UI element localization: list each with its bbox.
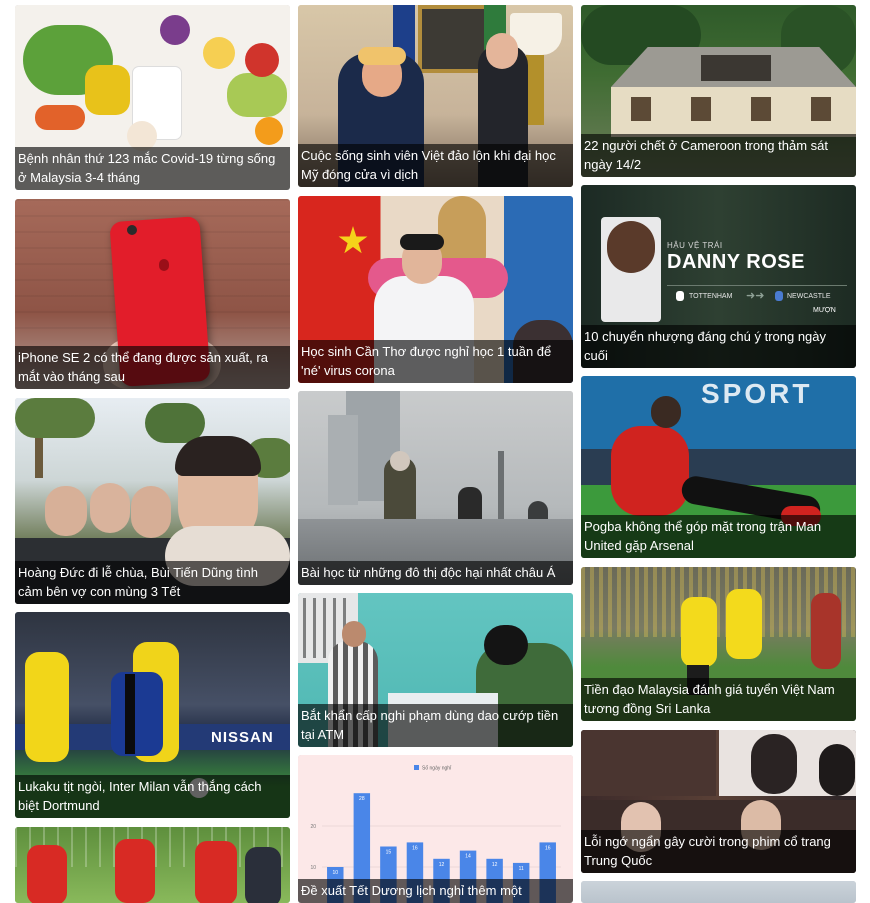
graphic-kicker: HẬU VỆ TRÁI bbox=[667, 241, 723, 250]
article-title[interactable]: 22 người chết ở Cameroon trong thảm sát … bbox=[581, 134, 856, 177]
bar-value-label: 16 bbox=[545, 845, 551, 851]
article-card[interactable]: Hoàng Đức đi lễ chùa, Bùi Tiến Dũng tình… bbox=[15, 398, 290, 604]
article-card[interactable]: Lỗi ngớ ngẩn gây cười trong phim cổ tran… bbox=[581, 730, 856, 873]
graphic-from-club: TOTTENHAM bbox=[689, 293, 733, 300]
article-card[interactable]: Bắt khẩn cấp nghi phạm dùng dao cướp tiề… bbox=[298, 593, 573, 747]
bar-value-label: 11 bbox=[519, 866, 524, 872]
article-card[interactable]: Cuộc sống sinh viên Việt đảo lộn khi đại… bbox=[298, 5, 573, 187]
bar-value-label: 15 bbox=[386, 850, 392, 856]
graphic-to-club: NEWCASTLE bbox=[787, 293, 831, 300]
article-title[interactable]: Bệnh nhân thứ 123 mắc Covid-19 từng sống… bbox=[15, 147, 290, 190]
article-card[interactable]: NISSAN Lukaku tịt ngòi, Inter Milan vẫn … bbox=[15, 612, 290, 818]
article-title[interactable]: Tiền đạo Malaysia đánh giá tuyển Việt Na… bbox=[581, 678, 856, 721]
article-card[interactable]: 10 20 Số ngày nghỉ 10 28 15 16 12 14 12 11 16 Đề xu… bbox=[298, 755, 573, 903]
banner-text: SPORT bbox=[701, 378, 813, 409]
bar-value-label: 28 bbox=[359, 796, 365, 802]
article-card[interactable]: Bệnh nhân thứ 123 mắc Covid-19 từng sống… bbox=[15, 5, 290, 190]
article-title[interactable]: Hoàng Đức đi lễ chùa, Bùi Tiến Dũng tình… bbox=[15, 561, 290, 604]
y-tick-label: 10 bbox=[310, 865, 316, 871]
article-title[interactable]: Lukaku tịt ngòi, Inter Milan vẫn thắng c… bbox=[15, 775, 290, 818]
article-title[interactable]: 10 chuyển nhượng đáng chú ý trong ngày c… bbox=[581, 325, 856, 368]
team-photo bbox=[15, 827, 290, 903]
article-title[interactable]: Bài học từ những đô thị độc hại nhất châ… bbox=[298, 561, 573, 585]
article-title[interactable]: Cuộc sống sinh viên Việt đảo lộn khi đại… bbox=[298, 144, 573, 187]
legend-swatch bbox=[414, 765, 419, 770]
y-tick-label: 20 bbox=[310, 824, 316, 830]
article-title[interactable]: Đề xuất Tết Dương lịch nghỉ thêm một bbox=[298, 879, 573, 903]
article-card[interactable]: iPhone SE 2 có thể đang được sản xuất, r… bbox=[15, 199, 290, 389]
article-card[interactable] bbox=[581, 881, 856, 903]
ad-board-text: NISSAN bbox=[211, 729, 274, 746]
article-card[interactable]: Tiền đạo Malaysia đánh giá tuyển Việt Na… bbox=[581, 567, 856, 721]
article-card[interactable]: Học sinh Cần Thơ được nghỉ học 1 tuần để… bbox=[298, 196, 573, 383]
partial-photo bbox=[581, 881, 856, 903]
article-title[interactable]: Pogba không thể góp mặt trong trận Man U… bbox=[581, 515, 856, 558]
graphic-player-name: DANNY ROSE bbox=[667, 251, 805, 273]
article-title[interactable]: Lỗi ngớ ngẩn gây cười trong phim cổ tran… bbox=[581, 830, 856, 873]
article-title[interactable]: Học sinh Cần Thơ được nghỉ học 1 tuần để… bbox=[298, 340, 573, 383]
graphic-deal: MƯỢN bbox=[813, 307, 836, 314]
article-card[interactable] bbox=[15, 827, 290, 903]
bar-value-label: 12 bbox=[492, 862, 498, 868]
bar-value-label: 12 bbox=[439, 862, 445, 868]
article-card[interactable]: Bài học từ những đô thị độc hại nhất châ… bbox=[298, 391, 573, 585]
legend-label: Số ngày nghỉ bbox=[422, 765, 452, 772]
smog-city-photo bbox=[298, 391, 573, 585]
arrow-right-icon: ➜➜ bbox=[746, 290, 765, 302]
bar-value-label: 16 bbox=[412, 845, 418, 851]
bar-value-label: 14 bbox=[465, 854, 471, 860]
club-crest-icon bbox=[775, 291, 783, 301]
article-card[interactable]: 22 người chết ở Cameroon trong thảm sát … bbox=[581, 5, 856, 177]
article-title[interactable]: iPhone SE 2 có thể đang được sản xuất, r… bbox=[15, 346, 290, 389]
club-crest-icon bbox=[676, 291, 684, 301]
bar-value-label: 10 bbox=[332, 870, 338, 876]
article-card[interactable]: HẬU VỆ TRÁI DANNY ROSE TOTTENHAM ➜➜ NEWC… bbox=[581, 185, 856, 368]
article-card[interactable]: SPORT Pogba không thể góp mặt trong trận… bbox=[581, 376, 856, 558]
article-title[interactable]: Bắt khẩn cấp nghi phạm dùng dao cướp tiề… bbox=[298, 704, 573, 747]
